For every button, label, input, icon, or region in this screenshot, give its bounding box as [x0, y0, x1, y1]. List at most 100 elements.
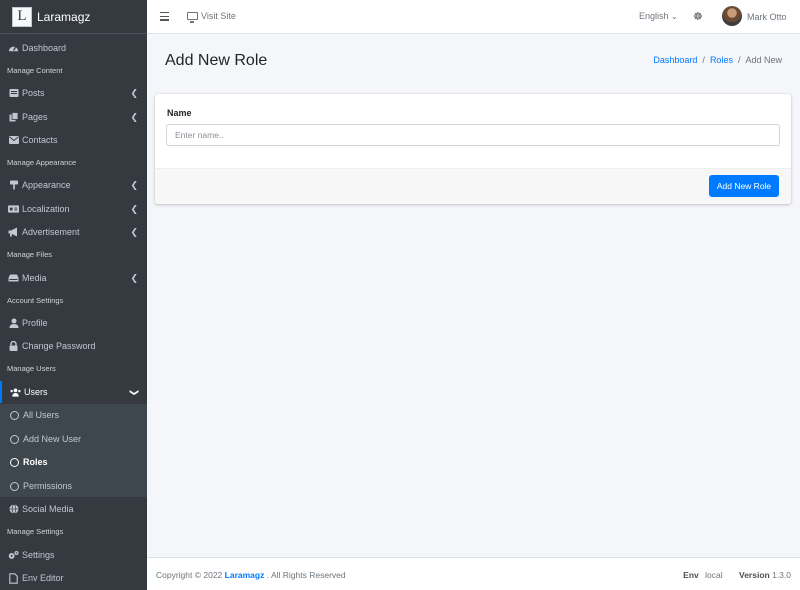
cogs-icon — [8, 550, 19, 561]
sidebar-item-label: Change Password — [22, 341, 96, 351]
sidebar-subitem-label: All Users — [23, 410, 60, 420]
sidebar-subitem-roles[interactable]: Roles — [0, 451, 147, 473]
language-icon — [8, 204, 19, 215]
chevron-left-icon: ❮ — [130, 272, 138, 283]
circle-icon — [10, 434, 19, 444]
sidebar-item-advertisement[interactable]: Advertisement ❮ — [0, 221, 147, 243]
nav-header-manage-users: Manage Users — [7, 364, 56, 373]
sidebar-item-posts[interactable]: Posts ❮ — [0, 82, 147, 104]
hdd-icon — [8, 273, 19, 284]
breadcrumb-separator: / — [737, 55, 741, 65]
paint-roller-icon — [8, 180, 19, 191]
visit-site-link[interactable]: Visit Site — [187, 11, 236, 23]
file-icon — [8, 572, 19, 584]
language-dropdown[interactable]: English ⌄ — [639, 11, 678, 21]
tachometer-icon — [8, 43, 19, 54]
sidebar-subitem-add-new-user[interactable]: Add New User — [0, 428, 147, 450]
user-icon — [8, 318, 19, 329]
chevron-down-icon: ❮ — [128, 388, 139, 396]
language-label: English — [639, 11, 669, 21]
chevron-left-icon: ❮ — [130, 87, 138, 98]
nav-header-manage-content: Manage Content — [7, 66, 63, 75]
globe-icon — [8, 504, 19, 515]
breadcrumb: Dashboard / Roles / Add New — [653, 55, 782, 65]
breadcrumb-separator: / — [702, 55, 705, 65]
breadcrumb-current: Add New — [745, 55, 782, 65]
sidebar-item-appearance[interactable]: Appearance ❮ — [0, 174, 147, 196]
menu-toggle-icon[interactable] — [160, 12, 169, 21]
user-name[interactable]: Mark Otto — [747, 12, 787, 22]
sidebar-item-social-media[interactable]: Social Media — [0, 498, 147, 520]
sidebar-item-label: Users — [24, 387, 48, 397]
envelope-icon — [8, 135, 19, 146]
add-role-card: Name Add New Role — [155, 94, 791, 204]
sidebar-item-media[interactable]: Media ❮ — [0, 267, 147, 289]
brand-logo: L — [12, 6, 32, 27]
copyright-prefix: Copyright © 2022 — [156, 570, 223, 580]
sidebar-subitem-label: Roles — [23, 457, 48, 467]
breadcrumb-roles[interactable]: Roles — [710, 55, 733, 65]
sidebar-item-localization[interactable]: Localization ❮ — [0, 198, 147, 220]
sidebar-item-settings[interactable]: Settings — [0, 544, 147, 566]
sidebar-subitem-all-users[interactable]: All Users — [0, 404, 147, 426]
sidebar-subitem-permissions[interactable]: Permissions — [0, 475, 147, 497]
breadcrumb-dashboard[interactable]: Dashboard — [653, 55, 697, 65]
circle-icon — [10, 481, 19, 491]
sidebar-item-label: Profile — [22, 318, 48, 328]
sidebar-item-label: Appearance — [22, 180, 71, 190]
sidebar-item-label: Contacts — [22, 135, 58, 145]
newspaper-icon — [8, 88, 19, 99]
nav-header-manage-settings: Manage Settings — [7, 527, 64, 536]
sidebar-item-dashboard[interactable]: Dashboard — [0, 37, 147, 59]
chevron-left-icon: ❮ — [130, 226, 138, 237]
lock-icon — [8, 341, 19, 352]
top-navbar: Visit Site English ⌄ ☸ Mark Otto — [147, 0, 800, 34]
sidebar-item-users[interactable]: Users ❮ — [0, 381, 147, 403]
card-footer: Add New Role — [155, 168, 791, 204]
brand-link[interactable]: L Laramagz — [0, 0, 147, 34]
sidebar: L Laramagz Dashboard Manage Content Post… — [0, 0, 147, 590]
sidebar-subitem-label: Add New User — [23, 434, 82, 444]
sidebar-item-label: Posts — [22, 88, 45, 98]
sidebar-item-label: Media — [22, 273, 47, 283]
avatar[interactable] — [722, 6, 742, 26]
version-label: Version — [739, 570, 770, 580]
circle-icon — [10, 410, 19, 420]
sidebar-item-env-editor[interactable]: Env Editor — [0, 567, 147, 589]
sidebar-item-label: Settings — [22, 550, 55, 560]
footer-meta: Env local Version 1.3.0 — [683, 570, 791, 580]
desktop-icon — [187, 12, 198, 23]
brand-name: Laramagz — [37, 9, 91, 24]
chevron-left-icon: ❮ — [130, 179, 138, 190]
footer-brand-link[interactable]: Laramagz — [225, 570, 265, 580]
sidebar-item-change-password[interactable]: Change Password — [0, 335, 147, 357]
chevron-down-icon: ⌄ — [671, 12, 678, 21]
circle-icon — [10, 457, 19, 467]
copyright: Copyright © 2022 Laramagz . All Rights R… — [156, 570, 346, 580]
sidebar-item-contacts[interactable]: Contacts — [0, 129, 147, 151]
chevron-left-icon: ❮ — [130, 111, 138, 122]
nav-header-manage-files: Manage Files — [7, 250, 53, 259]
version-value: 1.3.0 — [772, 570, 791, 580]
sidebar-item-label: Env Editor — [22, 573, 64, 583]
page-footer: Copyright © 2022 Laramagz . All Rights R… — [147, 557, 800, 590]
sidebar-item-pages[interactable]: Pages ❮ — [0, 106, 147, 128]
sidebar-subitem-label: Permissions — [23, 481, 73, 491]
sidebar-item-label: Dashboard — [22, 43, 67, 53]
bullhorn-icon — [8, 227, 19, 238]
env-value: local — [705, 570, 723, 580]
sidebar-item-profile[interactable]: Profile — [0, 312, 147, 334]
copy-icon — [8, 112, 19, 123]
sidebar-item-label: Pages — [22, 112, 48, 122]
copyright-suffix: . All Rights Reserved — [266, 570, 346, 580]
theme-settings-icon[interactable]: ☸ — [693, 10, 703, 23]
add-new-role-button[interactable]: Add New Role — [709, 175, 779, 197]
chevron-left-icon: ❮ — [130, 203, 138, 214]
name-input[interactable] — [166, 124, 780, 146]
page-title: Add New Role — [165, 52, 268, 69]
sidebar-item-label: Advertisement — [22, 227, 80, 237]
users-icon — [10, 387, 21, 398]
env-label: Env — [683, 570, 699, 580]
sidebar-item-label: Social Media — [22, 504, 74, 514]
nav-header-account-settings: Account Settings — [7, 296, 64, 305]
